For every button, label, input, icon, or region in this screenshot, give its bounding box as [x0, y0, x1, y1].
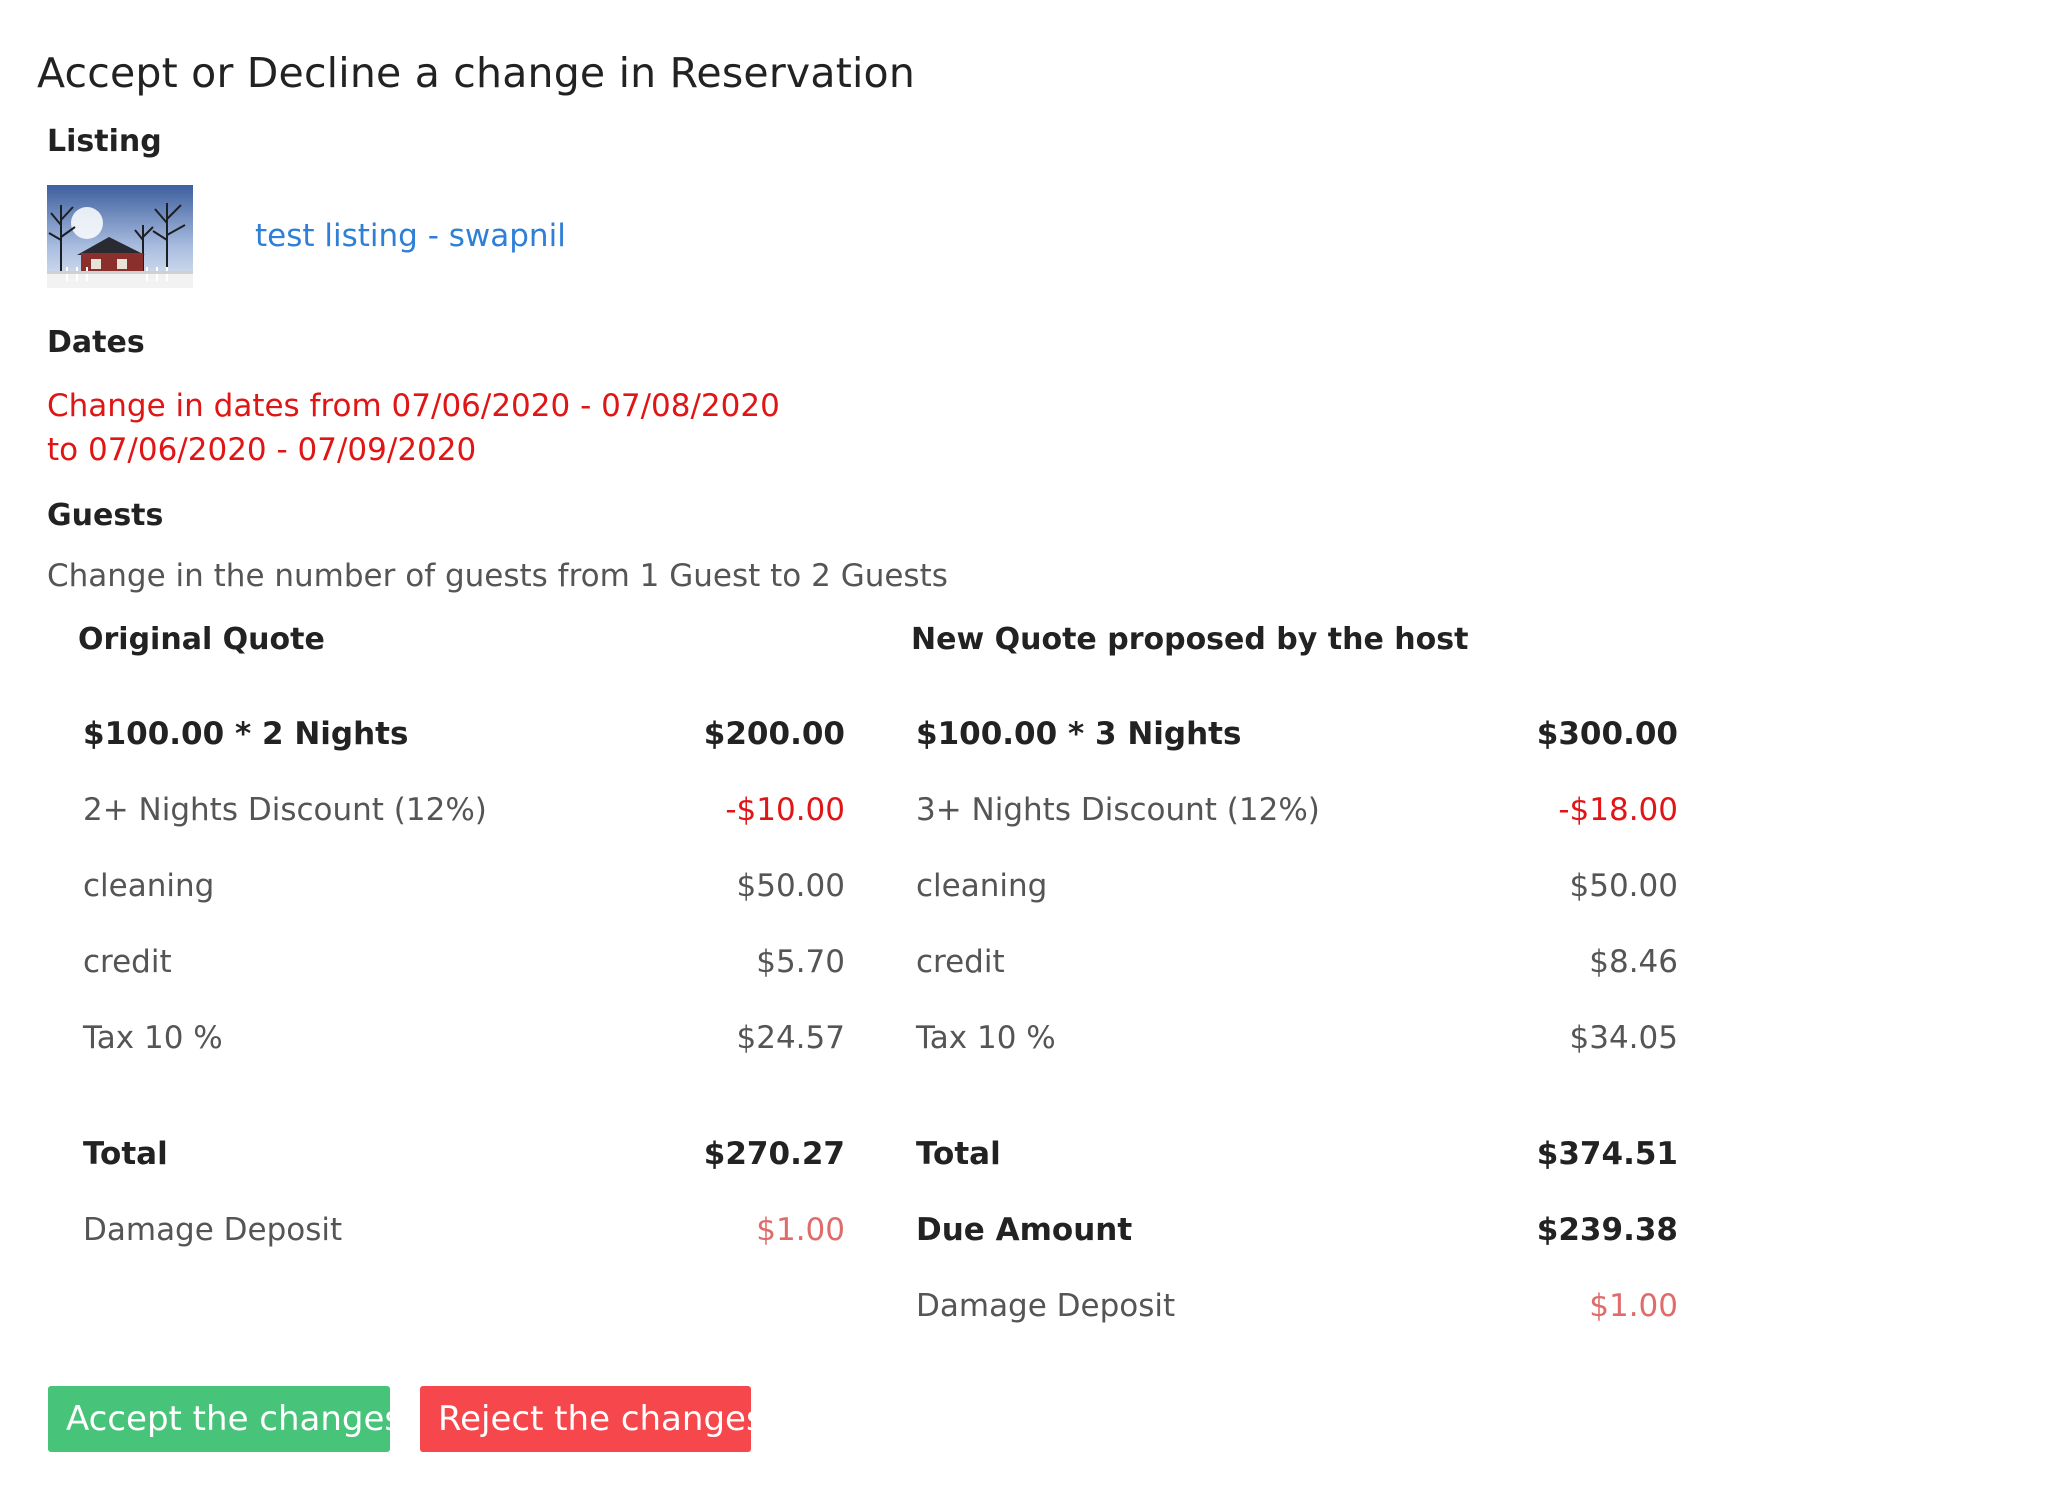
new-cleaning-label: cleaning	[916, 868, 1048, 904]
listing-thumbnail[interactable]	[47, 185, 193, 288]
original-deposit-row: Damage Deposit $1.00	[83, 1208, 845, 1252]
new-nights-amount: $300.00	[1536, 716, 1678, 752]
new-total-row: Total $374.51	[916, 1132, 1678, 1176]
original-cleaning-amount: $50.00	[736, 868, 845, 904]
original-credit-label: credit	[83, 944, 172, 980]
new-discount-label: 3+ Nights Discount (12%)	[916, 792, 1320, 828]
new-cleaning-amount: $50.00	[1569, 868, 1678, 904]
new-tax-row: Tax 10 % $34.05	[916, 1016, 1678, 1060]
guests-change-text: Change in the number of guests from 1 Gu…	[47, 558, 948, 594]
new-nights-label: $100.00 * 3 Nights	[916, 716, 1242, 752]
new-deposit-row: Damage Deposit $1.00	[916, 1284, 1678, 1328]
original-credit-amount: $5.70	[756, 944, 845, 980]
original-discount-row: 2+ Nights Discount (12%) -$10.00	[83, 788, 845, 832]
original-tax-amount: $24.57	[736, 1020, 845, 1056]
original-tax-label: Tax 10 %	[83, 1020, 223, 1056]
new-tax-amount: $34.05	[1569, 1020, 1678, 1056]
new-deposit-label: Damage Deposit	[916, 1288, 1176, 1324]
new-credit-row: credit $8.46	[916, 940, 1678, 984]
original-discount-label: 2+ Nights Discount (12%)	[83, 792, 487, 828]
new-due-amount-value: $239.38	[1536, 1212, 1678, 1248]
new-credit-amount: $8.46	[1589, 944, 1678, 980]
original-deposit-label: Damage Deposit	[83, 1212, 343, 1248]
dates-change-text: Change in dates from 07/06/2020 - 07/08/…	[47, 388, 780, 468]
original-total-label: Total	[83, 1136, 168, 1172]
listing-label: Listing	[47, 124, 162, 159]
new-credit-label: credit	[916, 944, 1005, 980]
original-discount-amount: -$10.00	[725, 792, 845, 828]
listing-link[interactable]: test listing - swapnil	[255, 218, 566, 254]
dates-label: Dates	[47, 325, 145, 360]
original-nights-amount: $200.00	[703, 716, 845, 752]
new-total-label: Total	[916, 1136, 1001, 1172]
original-tax-row: Tax 10 % $24.57	[83, 1016, 845, 1060]
new-cleaning-row: cleaning $50.00	[916, 864, 1678, 908]
original-nights-label: $100.00 * 2 Nights	[83, 716, 409, 752]
new-discount-amount: -$18.00	[1558, 792, 1678, 828]
original-credit-row: credit $5.70	[83, 940, 845, 984]
listing-photo-icon	[47, 185, 193, 288]
accept-changes-button[interactable]: Accept the changes	[48, 1386, 402, 1452]
original-total-row: Total $270.27	[83, 1132, 845, 1176]
new-deposit-amount: $1.00	[1589, 1288, 1678, 1324]
new-due-amount-label: Due Amount	[916, 1212, 1133, 1248]
reject-changes-button[interactable]: Reject the changes	[420, 1386, 764, 1452]
original-cleaning-row: cleaning $50.00	[83, 864, 845, 908]
new-discount-row: 3+ Nights Discount (12%) -$18.00	[916, 788, 1678, 832]
original-cleaning-label: cleaning	[83, 868, 215, 904]
new-nights-row: $100.00 * 3 Nights $300.00	[916, 712, 1678, 756]
original-nights-row: $100.00 * 2 Nights $200.00	[83, 712, 845, 756]
original-deposit-amount: $1.00	[756, 1212, 845, 1248]
new-total-amount: $374.51	[1536, 1136, 1678, 1172]
original-quote-heading: Original Quote	[78, 622, 325, 657]
original-total-amount: $270.27	[703, 1136, 845, 1172]
new-due-amount-row: Due Amount $239.38	[916, 1208, 1678, 1252]
page-title: Accept or Decline a change in Reservatio…	[37, 49, 916, 98]
new-tax-label: Tax 10 %	[916, 1020, 1056, 1056]
guests-label: Guests	[47, 498, 164, 533]
new-quote-heading: New Quote proposed by the host	[911, 622, 1469, 657]
